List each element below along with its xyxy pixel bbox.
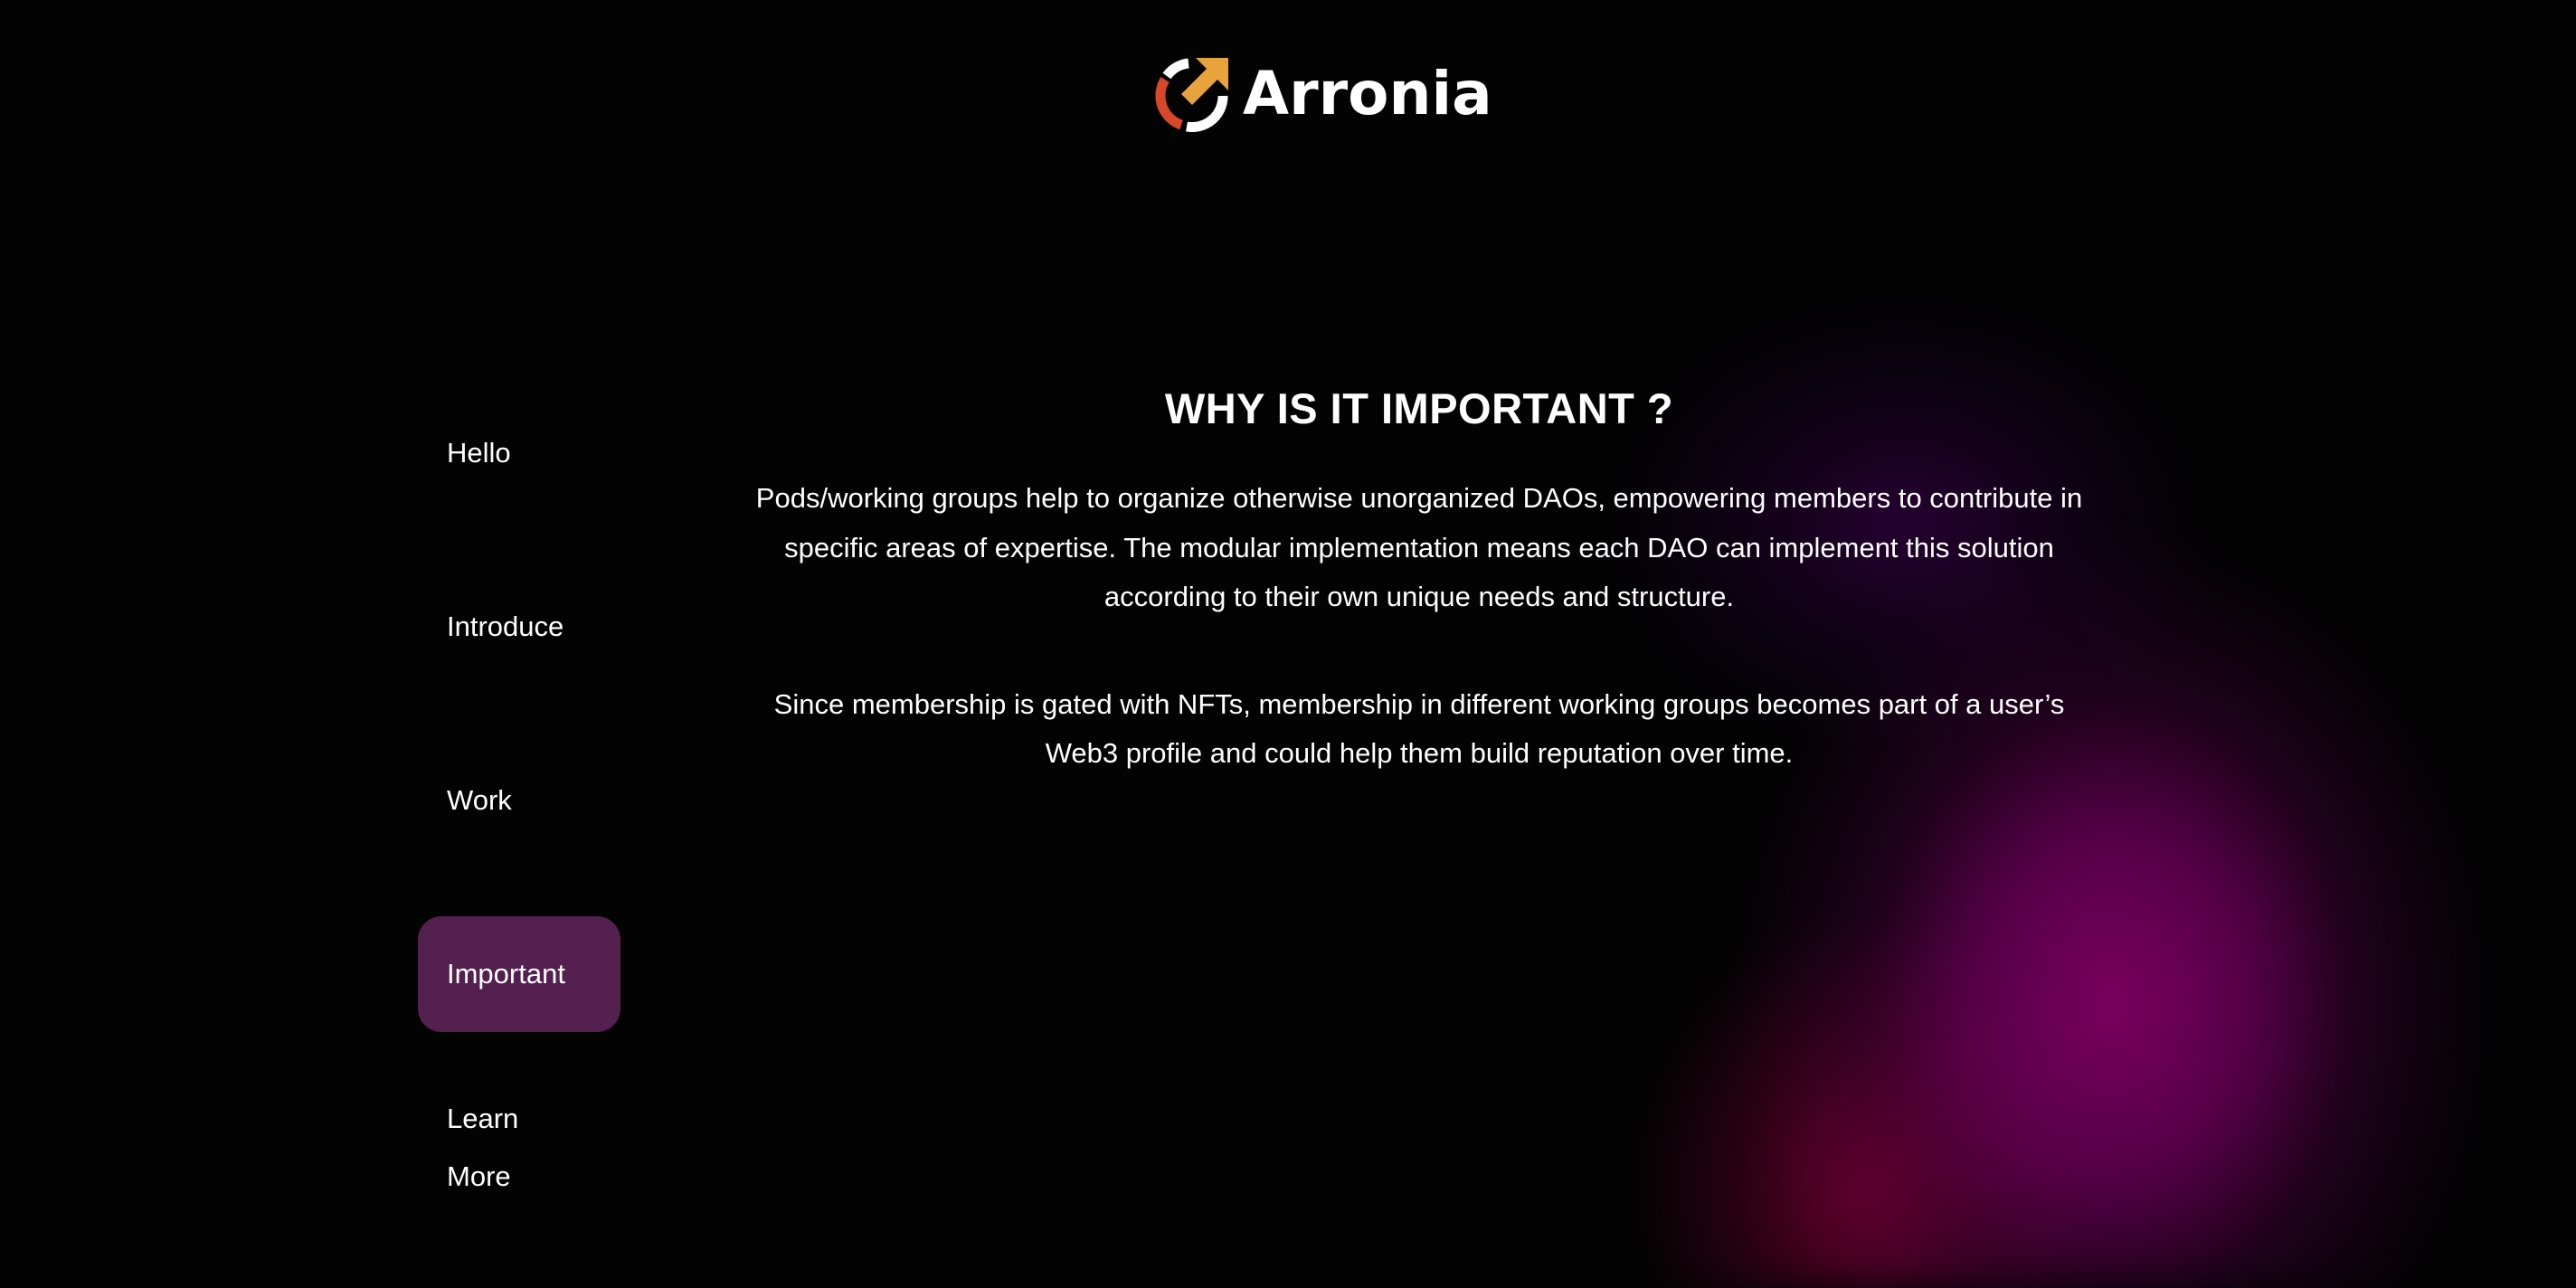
sidebar-item-work[interactable]: Work xyxy=(418,772,620,829)
sidebar-item-learn-more[interactable]: Learn More xyxy=(418,1090,620,1206)
brand-name: Arronia xyxy=(1243,59,1492,128)
page-title: WHY IS IT IMPORTANT ? xyxy=(1164,384,1674,432)
paragraph-line: Since membership is gated with NFTs, mem… xyxy=(773,687,2065,720)
sidebar-item-important[interactable]: Important xyxy=(418,916,620,1032)
paragraph-line: Web3 profile and could help them build r… xyxy=(1045,737,1794,769)
sidebar-item-label-line2: More xyxy=(447,1160,511,1192)
paragraph-line: specific areas of expertise. The modular… xyxy=(784,531,2054,564)
brand-logo[interactable]: Arronia xyxy=(1154,56,1492,132)
sidebar-item-label-line1: Learn xyxy=(447,1103,519,1134)
sidebar-item-hello[interactable]: Hello xyxy=(418,424,620,482)
main-content: WHY IS IT IMPORTANT ? Pods/working group… xyxy=(706,362,2133,779)
circular-arrow-icon xyxy=(1155,58,1228,132)
sidebar-nav: Hello Introduce Work Important Learn Mor… xyxy=(418,0,635,1288)
paragraph-line: Pods/working groups help to organize oth… xyxy=(755,482,2083,514)
paragraph-membership: Since membership is gated with NFTs, mem… xyxy=(706,680,2133,779)
page: Arronia Hello Introduce Work Important L… xyxy=(0,0,2576,1288)
sidebar-item-introduce[interactable]: Introduce xyxy=(418,598,620,656)
paragraph-importance: Pods/working groups help to organize oth… xyxy=(706,474,2133,622)
paragraph-line: according to their own unique needs and … xyxy=(1103,581,1735,612)
